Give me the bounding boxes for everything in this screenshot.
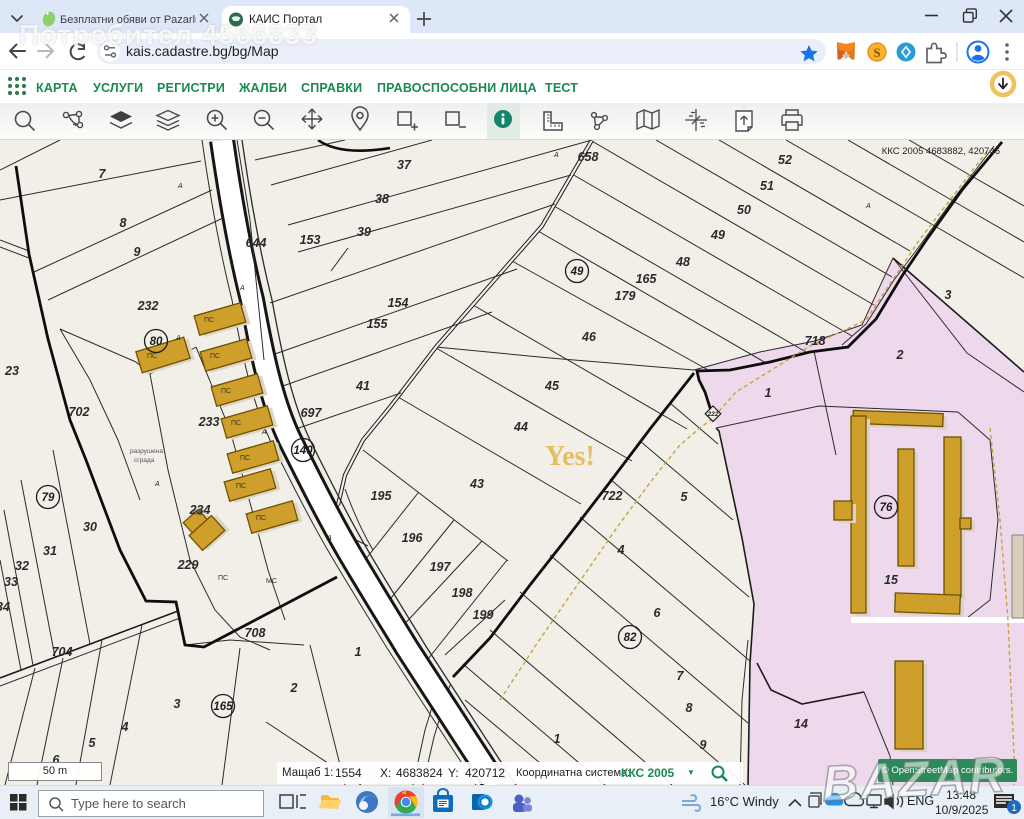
svg-text:34: 34 xyxy=(0,600,10,614)
svg-text:45: 45 xyxy=(544,379,560,393)
svg-text:ПС: ПС xyxy=(231,420,241,427)
svg-text:А: А xyxy=(154,481,160,488)
svg-text:197: 197 xyxy=(430,560,452,574)
svg-text:4: 4 xyxy=(617,543,625,557)
svg-text:49: 49 xyxy=(570,266,584,278)
svg-text:7: 7 xyxy=(677,669,685,683)
svg-text:8: 8 xyxy=(686,701,693,715)
svg-text:А: А xyxy=(326,535,332,542)
svg-text:23: 23 xyxy=(4,364,19,378)
svg-text:1: 1 xyxy=(1011,803,1017,814)
svg-text:ККС 2005 4683882, 420746: ККС 2005 4683882, 420746 xyxy=(882,146,1000,157)
svg-text:140: 140 xyxy=(293,445,313,457)
svg-text:44: 44 xyxy=(513,420,528,434)
svg-text:1: 1 xyxy=(554,732,561,746)
svg-text:80: 80 xyxy=(150,336,163,348)
svg-text:229: 229 xyxy=(177,558,199,572)
svg-text:ПС: ПС xyxy=(221,388,231,395)
svg-text:6: 6 xyxy=(654,606,662,620)
svg-text:48: 48 xyxy=(675,255,690,269)
svg-text:722: 722 xyxy=(602,489,623,503)
svg-text:233: 233 xyxy=(198,415,220,429)
svg-text:658: 658 xyxy=(578,150,599,164)
svg-text:154: 154 xyxy=(388,296,409,310)
svg-text:704: 704 xyxy=(52,645,73,659)
svg-text:разрушена: разрушена xyxy=(130,448,163,455)
svg-text:31: 31 xyxy=(43,544,57,558)
svg-text:38: 38 xyxy=(375,192,389,206)
svg-text:195: 195 xyxy=(371,489,393,503)
svg-text:155: 155 xyxy=(367,317,389,331)
svg-text:43: 43 xyxy=(469,477,484,491)
svg-text:ПС: ПС xyxy=(236,483,246,490)
svg-text:39: 39 xyxy=(357,225,371,239)
svg-text:41: 41 xyxy=(355,379,370,393)
svg-text:7: 7 xyxy=(99,167,107,181)
svg-text:196: 196 xyxy=(402,531,424,545)
svg-text:46: 46 xyxy=(581,330,597,344)
svg-text:ПС: ПС xyxy=(147,353,157,360)
svg-text:179: 179 xyxy=(615,289,636,303)
svg-text:153: 153 xyxy=(300,233,321,247)
svg-text:198: 198 xyxy=(452,586,473,600)
svg-text:50: 50 xyxy=(737,203,751,217)
svg-text:222: 222 xyxy=(707,411,719,418)
svg-text:51: 51 xyxy=(760,179,774,193)
svg-text:165: 165 xyxy=(636,272,658,286)
svg-text:232: 232 xyxy=(137,299,159,313)
svg-text:52: 52 xyxy=(778,153,792,167)
svg-text:сграда: сграда xyxy=(134,457,155,464)
svg-text:9: 9 xyxy=(134,245,141,259)
svg-text:3: 3 xyxy=(174,697,181,711)
svg-text:199: 199 xyxy=(473,608,494,622)
svg-text:ПС: ПС xyxy=(193,510,203,517)
svg-text:А: А xyxy=(261,429,267,436)
svg-text:А: А xyxy=(553,152,559,159)
svg-text:ПС: ПС xyxy=(256,515,266,522)
svg-text:А: А xyxy=(865,203,871,210)
svg-text:1: 1 xyxy=(765,386,772,400)
svg-text:А: А xyxy=(239,285,245,292)
svg-text:5: 5 xyxy=(681,490,689,504)
svg-text:33: 33 xyxy=(4,575,18,589)
svg-text:32: 32 xyxy=(15,559,29,573)
svg-text:ПС: ПС xyxy=(240,455,250,462)
svg-text:165: 165 xyxy=(213,701,233,713)
svg-text:4: 4 xyxy=(121,720,129,734)
svg-text:718: 718 xyxy=(805,334,826,348)
svg-text:702: 702 xyxy=(69,405,90,419)
svg-text:S: S xyxy=(873,45,880,60)
svg-text:5: 5 xyxy=(89,736,97,750)
svg-text:30: 30 xyxy=(83,520,97,534)
svg-text:2: 2 xyxy=(290,681,298,695)
svg-text:3: 3 xyxy=(945,288,952,302)
svg-text:708: 708 xyxy=(245,626,266,640)
svg-text:ПС: ПС xyxy=(218,575,228,582)
svg-text:2: 2 xyxy=(896,348,904,362)
svg-text:15: 15 xyxy=(884,573,899,587)
svg-text:14: 14 xyxy=(794,717,808,731)
svg-text:А: А xyxy=(177,183,183,190)
svg-text:9: 9 xyxy=(700,738,707,752)
svg-text:49: 49 xyxy=(710,228,725,242)
svg-text:МС: МС xyxy=(266,578,277,585)
svg-text:79: 79 xyxy=(42,492,55,504)
svg-text:76: 76 xyxy=(880,502,893,514)
svg-text:ПС: ПС xyxy=(210,353,220,360)
svg-text:ПС: ПС xyxy=(204,317,214,324)
svg-text:697: 697 xyxy=(301,406,323,420)
svg-text:А: А xyxy=(175,335,181,342)
svg-text:82: 82 xyxy=(624,632,637,644)
svg-text:644: 644 xyxy=(246,236,267,250)
svg-text:1: 1 xyxy=(355,645,362,659)
svg-text:8: 8 xyxy=(120,216,127,230)
svg-text:Yes!: Yes! xyxy=(545,441,595,472)
svg-text:37: 37 xyxy=(397,158,412,172)
